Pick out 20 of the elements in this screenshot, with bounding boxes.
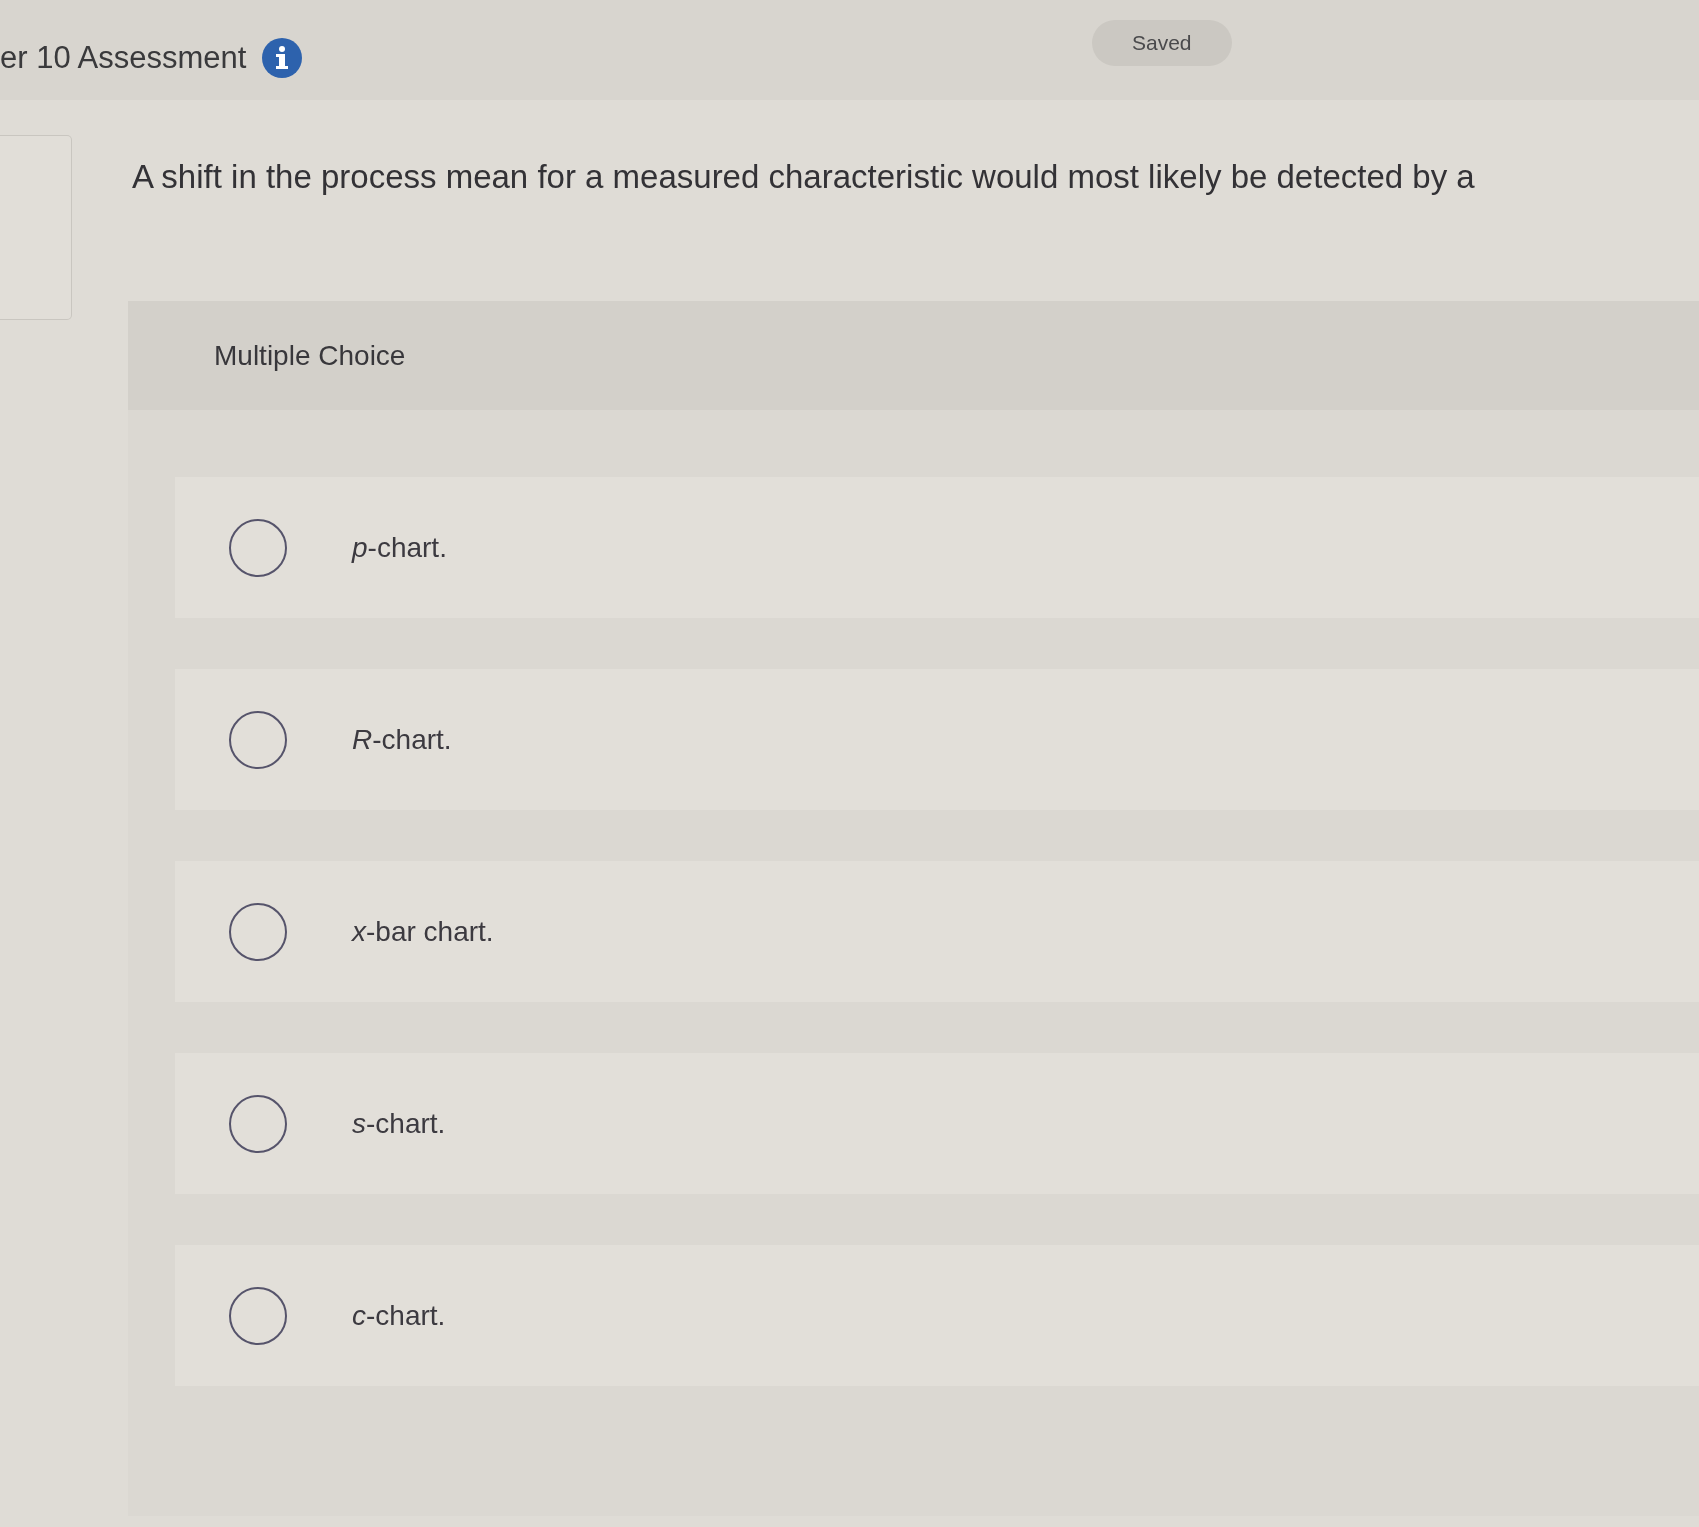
answer-option[interactable]: c-chart.: [175, 1245, 1699, 1386]
radio-button[interactable]: [229, 1286, 287, 1345]
answer-option[interactable]: R-chart.: [175, 669, 1699, 810]
option-text: x-bar chart.: [352, 915, 494, 948]
answer-option[interactable]: p-chart.: [175, 477, 1699, 618]
answer-option[interactable]: s-chart.: [175, 1053, 1699, 1194]
option-text: c-chart.: [352, 1299, 446, 1332]
option-text: R-chart.: [352, 723, 452, 756]
answer-option[interactable]: x-bar chart.: [175, 861, 1699, 1002]
question-text: A shift in the process mean for a measured characteristic would most likely be detected by a: [132, 157, 1476, 197]
radio-button[interactable]: [229, 518, 287, 577]
option-text: p-chart.: [352, 531, 447, 564]
radio-button[interactable]: [229, 1094, 287, 1153]
option-text: s-chart.: [352, 1107, 446, 1140]
question-type-label: Multiple Choice: [214, 339, 406, 372]
radio-button[interactable]: [229, 710, 287, 769]
saved-status: Saved: [1092, 20, 1232, 66]
assessment-title: er 10 Assessment: [0, 39, 247, 77]
radio-button[interactable]: [229, 902, 287, 961]
info-icon[interactable]: [262, 38, 303, 78]
